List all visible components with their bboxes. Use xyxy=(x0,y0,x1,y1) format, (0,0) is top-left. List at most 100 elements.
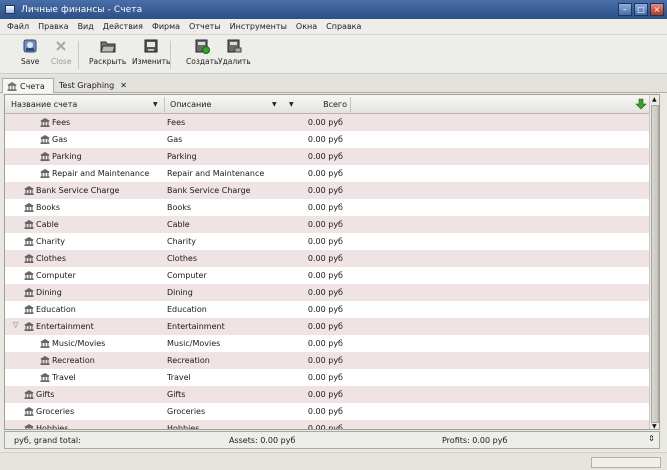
bank-icon xyxy=(40,135,50,144)
account-name: Hobbies xyxy=(36,424,69,430)
account-row[interactable]: ▽ Entertainment Entertainment 0.00 руб xyxy=(5,318,659,335)
status-bar xyxy=(0,452,667,470)
app-icon xyxy=(5,5,15,14)
account-row[interactable]: Gas Gas 0.00 руб xyxy=(5,131,659,148)
account-name: Education xyxy=(36,305,76,314)
menu-file[interactable]: Файл xyxy=(7,22,29,31)
tab-accounts[interactable]: Счета xyxy=(2,78,54,93)
menu-reports[interactable]: Отчеты xyxy=(189,22,221,31)
bank-icon xyxy=(24,305,34,314)
collapse-icon[interactable]: ▽ xyxy=(13,321,18,329)
menu-tools[interactable]: Инструменты xyxy=(230,22,287,31)
account-row[interactable]: Bank Service Charge Bank Service Charge 0.… xyxy=(5,182,659,199)
bank-icon xyxy=(24,390,34,399)
currency-spinner[interactable]: ⇕ xyxy=(647,434,656,443)
title-bar: Личные финансы - Счета – □ × xyxy=(0,0,667,19)
vertical-scrollbar[interactable]: ▲ ▼ xyxy=(649,95,659,429)
bank-icon xyxy=(7,81,17,91)
account-name: Groceries xyxy=(36,407,75,416)
bank-icon xyxy=(24,254,34,263)
account-description: Dining xyxy=(167,288,193,297)
account-row[interactable]: Computer Computer 0.00 руб xyxy=(5,267,659,284)
delete-button[interactable]: Удалить xyxy=(218,38,251,72)
menu-business[interactable]: Фирма xyxy=(152,22,180,31)
accounts-tree: Название счета ▼ Описание ▼ ▼ Всего Fees… xyxy=(4,94,660,430)
column-options[interactable]: ▼ xyxy=(285,95,299,114)
close-tab-icon[interactable]: ✕ xyxy=(120,81,127,90)
account-description: Charity xyxy=(167,237,196,246)
menu-help[interactable]: Справка xyxy=(326,22,361,31)
account-total: 0.00 руб xyxy=(307,254,343,263)
account-row[interactable]: Cable Cable 0.00 руб xyxy=(5,216,659,233)
chevron-down-icon: ▼ xyxy=(272,101,277,108)
account-name: Repair and Maintenance xyxy=(52,169,150,178)
account-row[interactable]: Dining Dining 0.00 руб xyxy=(5,284,659,301)
bank-icon xyxy=(24,186,34,195)
tab-test-graphing[interactable]: Test Graphing ✕ xyxy=(55,78,133,93)
scrollbar-thumb[interactable] xyxy=(651,105,659,423)
account-row[interactable]: Travel Travel 0.00 руб xyxy=(5,369,659,386)
account-row[interactable]: Books Books 0.00 руб xyxy=(5,199,659,216)
account-description: Groceries xyxy=(167,407,206,416)
account-name: Music/Movies xyxy=(52,339,106,348)
account-row[interactable]: Charity Charity 0.00 руб xyxy=(5,233,659,250)
account-row[interactable]: Music/Movies Music/Movies 0.00 руб xyxy=(5,335,659,352)
account-description: Hobbies xyxy=(167,424,200,430)
edit-button[interactable]: Изменить xyxy=(132,38,170,72)
account-total: 0.00 руб xyxy=(307,373,343,382)
account-total: 0.00 руб xyxy=(307,288,343,297)
account-row[interactable]: Groceries Groceries 0.00 руб xyxy=(5,403,659,420)
account-description: Computer xyxy=(167,271,207,280)
account-total: 0.00 руб xyxy=(307,305,343,314)
arrow-down-icon[interactable] xyxy=(635,98,647,110)
column-description[interactable]: Описание ▼ xyxy=(170,95,280,114)
menu-view[interactable]: Вид xyxy=(78,22,94,31)
account-description: Parking xyxy=(167,152,197,161)
new-account-icon xyxy=(194,38,211,54)
account-total: 0.00 руб xyxy=(307,356,343,365)
bank-icon xyxy=(24,288,34,297)
minimize-button[interactable]: – xyxy=(618,3,632,16)
account-name: Gas xyxy=(52,135,68,144)
bank-icon xyxy=(24,322,34,331)
account-total: 0.00 руб xyxy=(307,424,343,430)
account-name: Dining xyxy=(36,288,62,297)
progress-bar xyxy=(591,457,661,468)
account-total: 0.00 руб xyxy=(307,322,343,331)
close-window-button[interactable]: × xyxy=(650,3,664,16)
bank-icon xyxy=(40,373,50,382)
account-description: Cable xyxy=(167,220,190,229)
column-total[interactable]: Всего xyxy=(305,95,347,114)
account-total: 0.00 руб xyxy=(307,220,343,229)
expand-button[interactable]: Раскрыть xyxy=(89,38,126,72)
account-row[interactable]: Fees Fees 0.00 руб xyxy=(5,114,659,131)
create-button[interactable]: Создать xyxy=(186,38,218,72)
column-account-name[interactable]: Название счета ▼ xyxy=(11,95,161,114)
scroll-up-icon[interactable]: ▲ xyxy=(652,96,657,103)
account-description: Gas xyxy=(167,135,183,144)
window-controls: – □ × xyxy=(618,3,664,16)
scroll-down-icon[interactable]: ▼ xyxy=(652,423,657,429)
account-row[interactable]: Hobbies Hobbies 0.00 руб xyxy=(5,420,659,430)
bank-icon xyxy=(40,118,50,127)
account-description: Repair and Maintenance xyxy=(167,169,265,178)
maximize-button[interactable]: □ xyxy=(634,3,648,16)
account-row[interactable]: Recreation Recreation 0.00 руб xyxy=(5,352,659,369)
tab-label: Счета xyxy=(20,81,45,91)
save-button[interactable]: Save xyxy=(21,38,39,72)
account-name: Entertainment xyxy=(36,322,94,331)
account-name: Travel xyxy=(52,373,76,382)
account-total: 0.00 руб xyxy=(307,169,343,178)
close-tab-button[interactable]: Close xyxy=(51,38,71,72)
menu-actions[interactable]: Действия xyxy=(103,22,143,31)
menu-windows[interactable]: Окна xyxy=(296,22,317,31)
account-row[interactable]: Education Education 0.00 руб xyxy=(5,301,659,318)
bank-icon xyxy=(24,220,34,229)
account-row[interactable]: Gifts Gifts 0.00 руб xyxy=(5,386,659,403)
account-row[interactable]: Repair and Maintenance Repair and Mainten… xyxy=(5,165,659,182)
menu-edit[interactable]: Правка xyxy=(38,22,68,31)
chevron-down-icon: ▼ xyxy=(153,101,158,108)
account-total: 0.00 руб xyxy=(307,203,343,212)
account-row[interactable]: Clothes Clothes 0.00 руб xyxy=(5,250,659,267)
account-row[interactable]: Parking Parking 0.00 руб xyxy=(5,148,659,165)
